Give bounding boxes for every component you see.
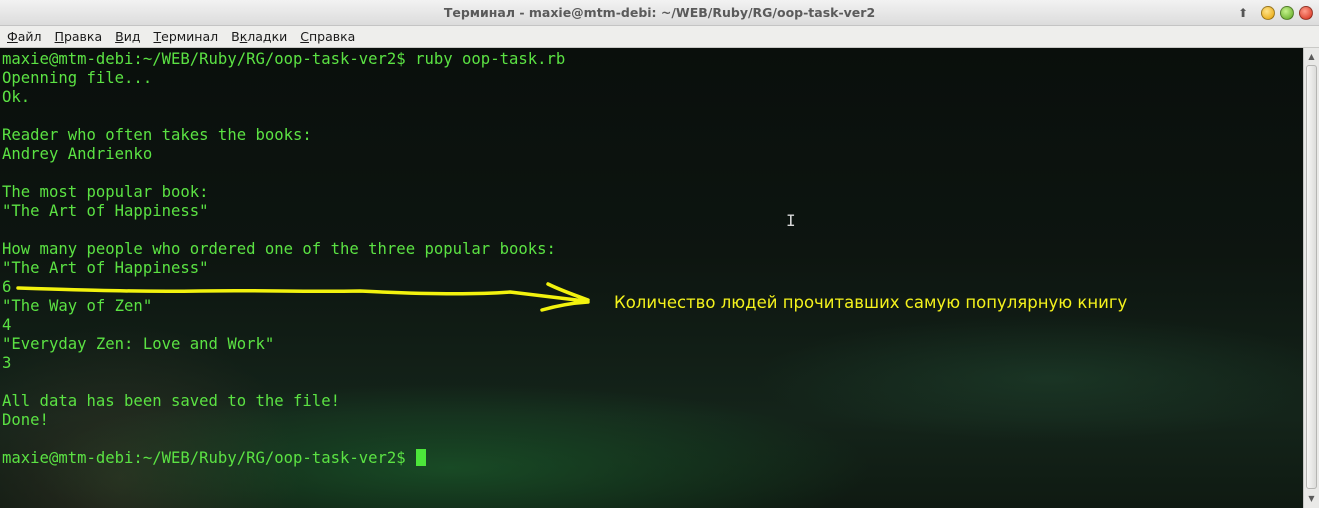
text-cursor-ibeam-icon: I	[786, 211, 796, 230]
terminal-line: Ok.	[2, 88, 31, 106]
menu-bar: Файл Правка Вид Терминал Вкладки Справка	[0, 26, 1319, 48]
maximize-button[interactable]	[1280, 6, 1294, 20]
terminal-window: Терминал - maxie@mtm-debi: ~/WEB/Ruby/RG…	[0, 0, 1319, 508]
terminal-line: "The Art of Happiness"	[2, 259, 209, 277]
shade-up-icon[interactable]: ⬆	[1236, 5, 1250, 21]
terminal-line: The most popular book:	[2, 183, 209, 201]
menu-edit[interactable]: Правка	[55, 29, 103, 44]
terminal-line: 6	[2, 278, 12, 296]
scroll-down-icon[interactable]: ▼	[1304, 492, 1319, 506]
close-button[interactable]	[1299, 6, 1313, 20]
terminal-output: maxie@mtm-debi:~/WEB/Ruby/RG/oop-task-ve…	[2, 50, 565, 468]
scroll-up-icon[interactable]: ▲	[1304, 50, 1319, 64]
terminal-line: How many people who ordered one of the t…	[2, 240, 556, 258]
terminal-line: Reader who often takes the books:	[2, 126, 312, 144]
minimize-button[interactable]	[1261, 6, 1275, 20]
vertical-scrollbar[interactable]: ▲ ▼	[1303, 48, 1319, 508]
terminal-area[interactable]: maxie@mtm-debi:~/WEB/Ruby/RG/oop-task-ve…	[0, 48, 1303, 508]
terminal-prompt-line: maxie@mtm-debi:~/WEB/Ruby/RG/oop-task-ve…	[2, 449, 565, 468]
window-title: Терминал - maxie@mtm-debi: ~/WEB/Ruby/RG…	[443, 5, 876, 20]
window-controls: ⬆	[1236, 4, 1313, 22]
terminal-cursor	[416, 449, 427, 466]
menu-help[interactable]: Справка	[300, 29, 355, 44]
title-bar[interactable]: Терминал - maxie@mtm-debi: ~/WEB/Ruby/RG…	[0, 0, 1319, 26]
menu-file[interactable]: Файл	[7, 29, 42, 44]
terminal-line: Openning file...	[2, 69, 153, 87]
terminal-line: "The Art of Happiness"	[2, 202, 209, 220]
terminal-line: maxie@mtm-debi:~/WEB/Ruby/RG/oop-task-ve…	[2, 50, 566, 68]
menu-tabs-rest: ладки	[247, 29, 288, 44]
menu-view[interactable]: Вид	[115, 29, 140, 44]
terminal-line: 4	[2, 316, 12, 334]
annotation-text: Количество людей прочитавших самую попул…	[614, 293, 1128, 312]
terminal-prompt: maxie@mtm-debi:~/WEB/Ruby/RG/oop-task-ve…	[2, 449, 416, 467]
menu-tabs[interactable]: Вкладки	[231, 29, 287, 44]
menu-terminal[interactable]: Терминал	[153, 29, 218, 44]
terminal-line: 3	[2, 354, 12, 372]
terminal-line: Andrey Andrienko	[2, 145, 153, 163]
terminal-line: Done!	[2, 411, 49, 429]
terminal-line: "The Way of Zen"	[2, 297, 153, 315]
terminal-line: "Everyday Zen: Love and Work"	[2, 335, 275, 353]
terminal-line: All data has been saved to the file!	[2, 392, 340, 410]
scroll-thumb[interactable]	[1306, 65, 1317, 489]
